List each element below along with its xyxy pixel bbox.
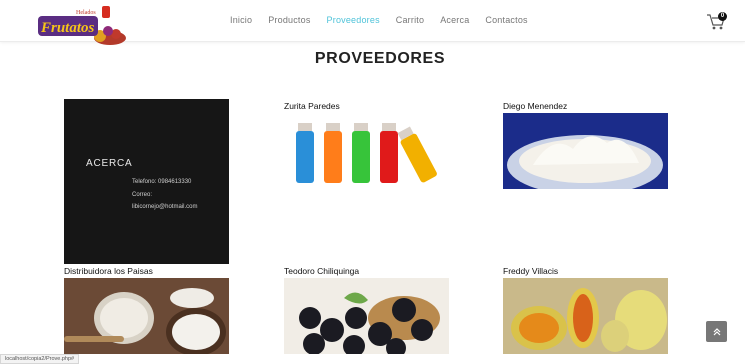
supplier-name: Freddy Villacis bbox=[503, 266, 559, 276]
nav-productos[interactable]: Productos bbox=[268, 15, 310, 25]
supplier-image-passionfruit[interactable] bbox=[503, 278, 668, 354]
logo-text: Frutatos bbox=[40, 20, 95, 36]
nav-carrito[interactable]: Carrito bbox=[396, 15, 424, 25]
back-to-top-button[interactable] bbox=[706, 321, 727, 342]
nav-proveedores[interactable]: Proveedores bbox=[327, 15, 380, 25]
supplier-name: Diego Menendez bbox=[503, 101, 568, 111]
logo-small-text: Helados bbox=[76, 10, 96, 16]
supplier-image-blackberries[interactable] bbox=[284, 278, 449, 354]
about-card: ACERCA Telefono: 0984613330 Correo: libi… bbox=[64, 99, 229, 264]
site-header: Helados Frutatos Inicio Productos Provee… bbox=[0, 0, 745, 45]
about-email-label: Correo: bbox=[132, 192, 153, 198]
supplier-name: Teodoro Chiliquinga bbox=[284, 266, 360, 276]
page-title: PROVEEDORES bbox=[314, 50, 446, 67]
browser-status-url: localhost/copia2/Prove.php# bbox=[0, 354, 80, 364]
about-title: ACERCA bbox=[86, 158, 133, 169]
chevron-up-icon bbox=[713, 327, 720, 335]
nav-acerca[interactable]: Acerca bbox=[440, 15, 469, 25]
supplier-image-cream[interactable] bbox=[503, 113, 668, 189]
supplier-name: Zurita Paredes bbox=[284, 101, 340, 111]
cart-count-badge: 0 bbox=[718, 12, 727, 21]
brand-logo[interactable]: Helados Frutatos bbox=[36, 2, 132, 46]
supplier-image-bottles[interactable] bbox=[284, 113, 449, 189]
main-nav: Inicio Productos Proveedores Carrito Ace… bbox=[230, 15, 528, 25]
nav-contactos[interactable]: Contactos bbox=[485, 15, 527, 25]
supplier-image-coconut[interactable] bbox=[64, 278, 229, 354]
about-phone: Telefono: 0984613330 bbox=[132, 179, 192, 185]
about-email: libicornejo@hotmail.com bbox=[132, 204, 198, 210]
supplier-name: Distribuidora los Paisas bbox=[64, 266, 153, 276]
nav-inicio[interactable]: Inicio bbox=[230, 15, 252, 25]
